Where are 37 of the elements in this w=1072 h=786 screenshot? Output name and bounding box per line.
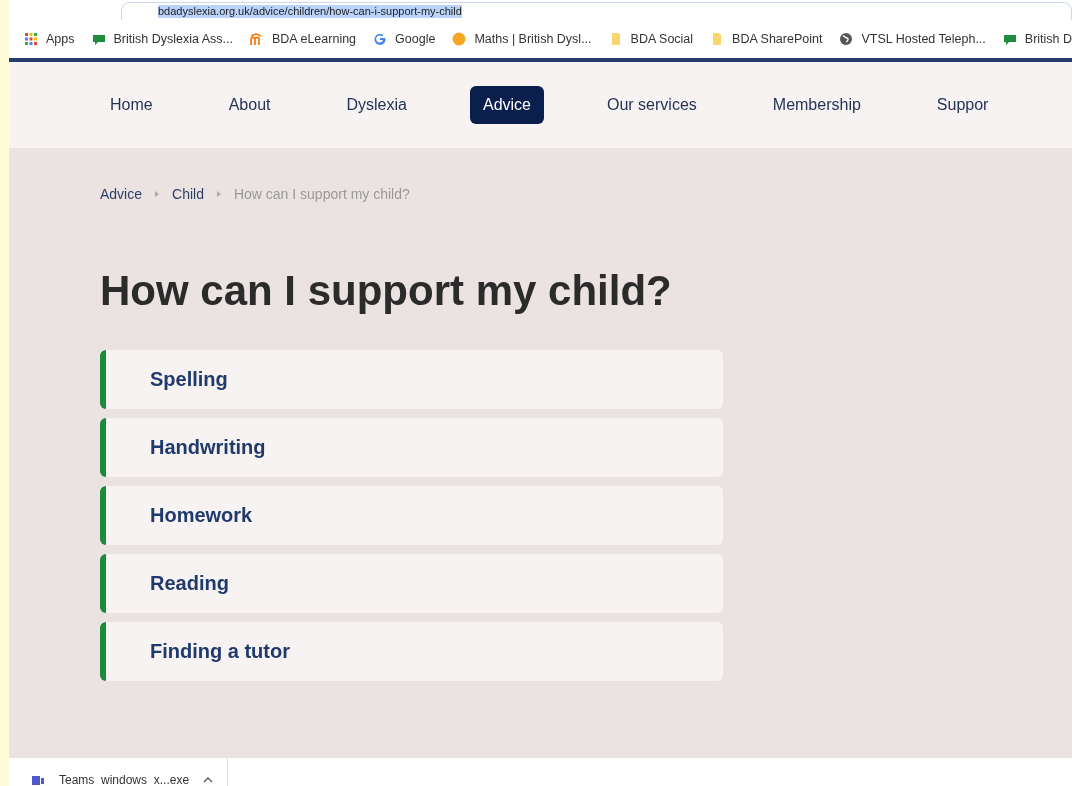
bookmark[interactable]: Google bbox=[373, 32, 436, 46]
page-heading: How can I support my child? bbox=[100, 270, 673, 312]
accordion-item[interactable]: Handwriting bbox=[100, 418, 723, 477]
nav-link[interactable]: Home bbox=[97, 86, 166, 124]
breadcrumb-link[interactable]: Child bbox=[172, 186, 204, 202]
url-text: bdadyslexia.org.uk/advice/children/how-can-i-support-my-child bbox=[158, 5, 462, 18]
nav-link[interactable]: Suppor bbox=[923, 86, 1002, 124]
bookmark[interactable]: British D bbox=[1002, 32, 1072, 46]
bookmark[interactable]: British Dyslexia Ass... bbox=[91, 32, 233, 46]
bookmark[interactable]: BDA SharePoint bbox=[710, 32, 823, 46]
chevron-right-icon bbox=[154, 190, 161, 198]
bookmark[interactable]: BDA Social bbox=[608, 32, 694, 46]
nav-link[interactable]: Advice bbox=[469, 86, 544, 124]
current-page-title: How can I support my child? bbox=[233, 186, 410, 202]
accordion-item[interactable]: Spelling bbox=[100, 350, 723, 409]
bookmark[interactable]: Apps bbox=[24, 32, 75, 46]
nav-link[interactable]: Dyslexia bbox=[333, 86, 420, 124]
chat-bubble-icon bbox=[91, 32, 106, 46]
round-logo-icon bbox=[452, 32, 467, 46]
google-g-icon bbox=[373, 32, 388, 46]
bookmark[interactable]: Maths | British Dysl... bbox=[452, 32, 592, 46]
accordion-item[interactable]: Finding a tutor bbox=[100, 622, 723, 681]
globe-icon bbox=[839, 32, 854, 46]
nav-link[interactable]: Our services bbox=[594, 86, 710, 124]
chevron-right-icon bbox=[215, 190, 222, 198]
breadcrumb-link[interactable]: Advice bbox=[100, 186, 143, 202]
nav-link[interactable]: About bbox=[215, 86, 284, 124]
caret-up-icon bbox=[203, 777, 214, 783]
teams-icon bbox=[31, 773, 45, 786]
download-filename: Teams_windows_x...exe bbox=[59, 773, 190, 786]
bookmark[interactable]: BDA eLearning bbox=[250, 32, 357, 46]
apps-grid-icon bbox=[24, 32, 38, 46]
bookmark[interactable]: VTSL Hosted Teleph... bbox=[839, 32, 986, 46]
accordion-item[interactable]: Homework bbox=[100, 486, 723, 545]
chat-bubble-icon bbox=[1002, 32, 1017, 46]
accordion-item[interactable]: Reading bbox=[100, 554, 723, 613]
nav-link[interactable]: Membership bbox=[759, 86, 874, 124]
